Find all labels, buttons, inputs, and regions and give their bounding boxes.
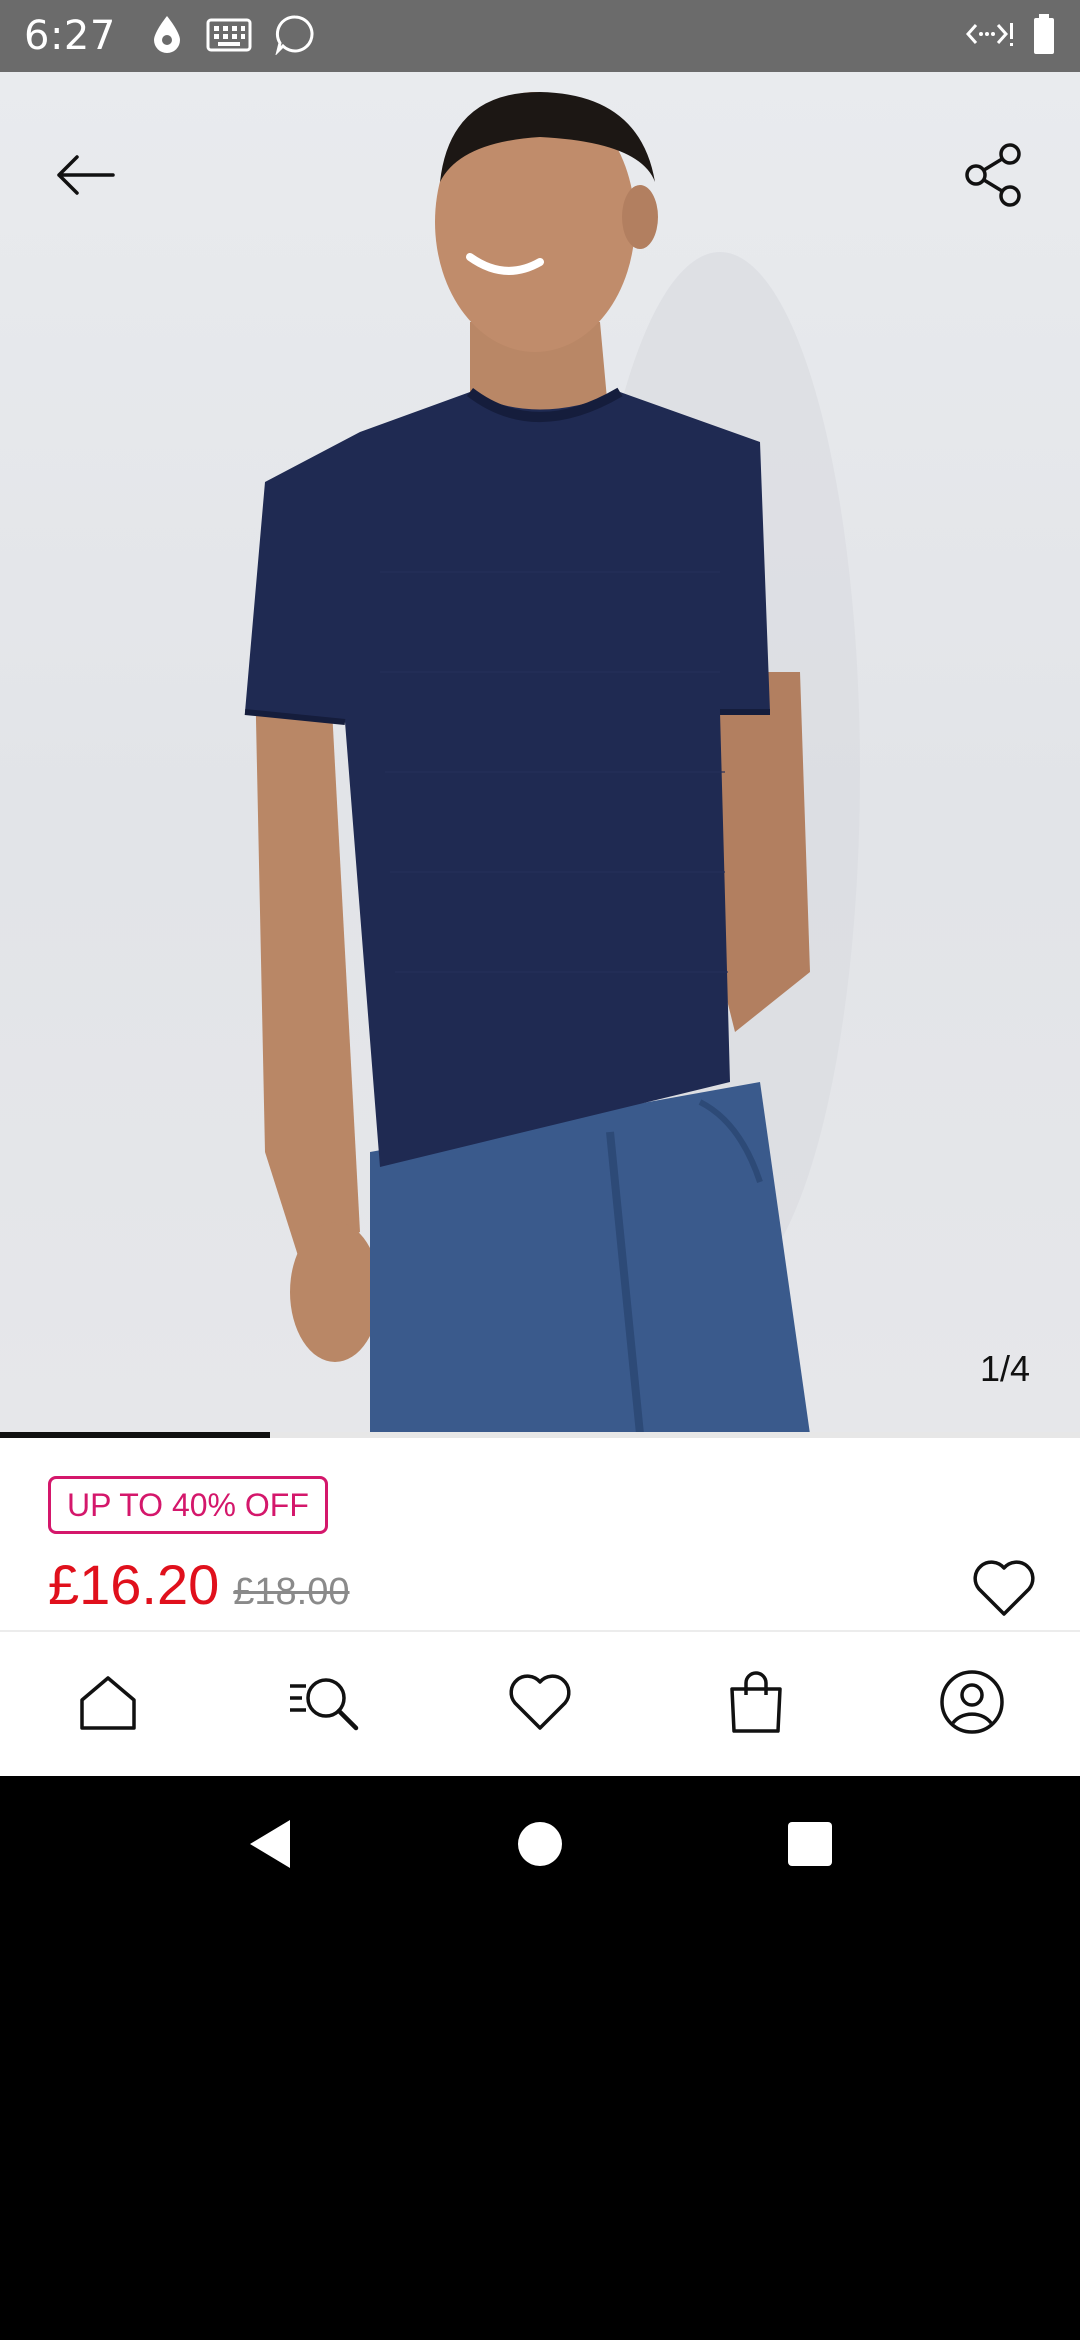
price-row: £16.20 £18.00 <box>48 1552 350 1617</box>
arrow-left-icon <box>55 155 115 199</box>
system-nav-bar <box>0 1776 1080 1916</box>
nav-home[interactable] <box>48 1644 168 1764</box>
back-button[interactable] <box>40 132 130 222</box>
bag-icon <box>726 1669 786 1739</box>
data-transfer-icon <box>964 17 1014 55</box>
screen: 6:27 1/4 UP TO 40% OFF £16.20 £18.00 <box>0 0 1080 2340</box>
nav-account[interactable] <box>912 1644 1032 1764</box>
drop-icon <box>150 14 184 58</box>
chat-bubble-icon <box>274 13 316 59</box>
original-price: £18.00 <box>233 1571 350 1613</box>
add-to-wishlist-button[interactable] <box>968 1554 1040 1626</box>
image-counter: 1/4 <box>979 1348 1030 1389</box>
status-icons-right <box>964 13 1056 59</box>
current-price: £16.20 <box>48 1553 220 1616</box>
product-image[interactable]: 1/4 <box>0 72 1080 1434</box>
product-info: UP TO 40% OFF £16.20 £18.00 <box>0 1438 1080 1630</box>
status-icons-left <box>150 13 316 59</box>
home-icon <box>76 1670 140 1738</box>
share-icon <box>964 142 1026 212</box>
heart-icon <box>971 1558 1037 1622</box>
promo-badge-label: UP TO 40% OFF <box>67 1486 309 1523</box>
triangle-back-icon <box>246 1818 294 1874</box>
user-icon <box>939 1669 1005 1739</box>
status-bar: 6:27 <box>0 0 1080 72</box>
system-recents-button[interactable] <box>750 1786 870 1906</box>
nav-wishlist[interactable] <box>480 1644 600 1764</box>
nav-search[interactable] <box>264 1644 384 1764</box>
circle-home-icon <box>517 1821 563 1871</box>
share-button[interactable] <box>950 132 1040 222</box>
bottom-nav <box>0 1630 1080 1776</box>
system-back-button[interactable] <box>210 1786 330 1906</box>
search-icon <box>286 1670 362 1738</box>
square-recents-icon <box>787 1821 833 1871</box>
status-time: 6:27 <box>24 13 116 59</box>
promo-badge: UP TO 40% OFF <box>48 1476 328 1534</box>
battery-icon <box>1032 13 1056 59</box>
model-photo <box>244 92 860 1434</box>
keyboard-icon <box>206 14 252 58</box>
nav-bag[interactable] <box>696 1644 816 1764</box>
heart-icon <box>507 1672 573 1736</box>
system-home-button[interactable] <box>480 1786 600 1906</box>
